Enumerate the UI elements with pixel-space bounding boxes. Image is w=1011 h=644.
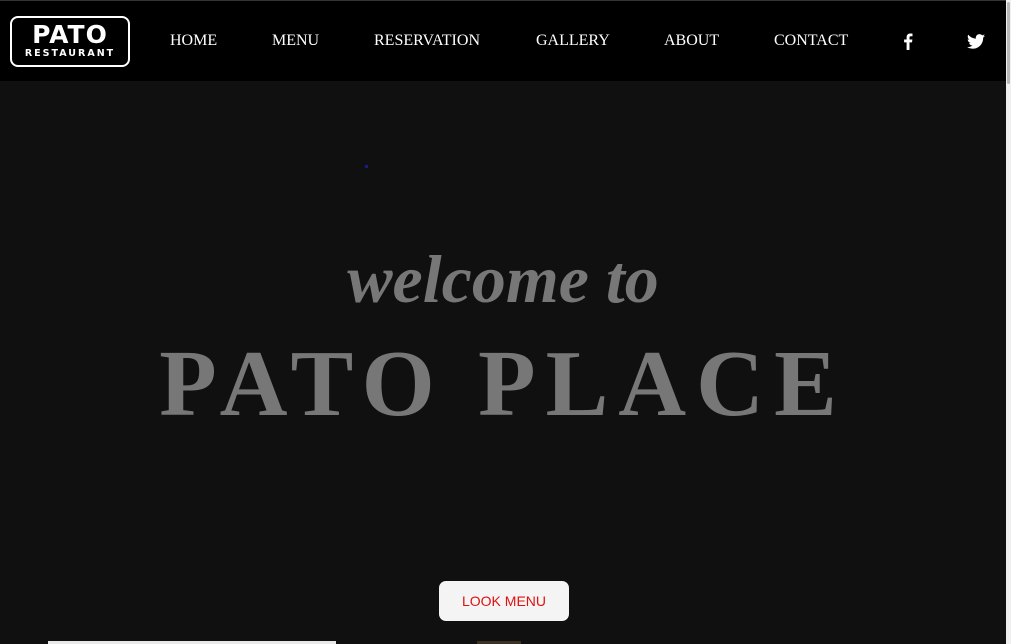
scrollbar[interactable] [1006,0,1011,644]
twitter-icon[interactable] [966,31,986,51]
page: PATO RESTAURANT HOME MENU RESERVATION GA… [0,0,1011,644]
stray-dot [365,165,368,168]
facebook-icon[interactable] [898,31,918,51]
nav-gallery[interactable]: GALLERY [536,32,610,50]
brand-logo[interactable]: PATO RESTAURANT [10,16,130,67]
hero-section: welcome to PATO PLACE LOOK MENU [0,81,1006,644]
navbar: PATO RESTAURANT HOME MENU RESERVATION GA… [0,0,1006,81]
nav-reservation[interactable]: RESERVATION [374,32,480,50]
hero-title: PATO PLACE [159,332,847,436]
scrollbar-thumb[interactable] [1007,2,1010,84]
nav-about[interactable]: ABOUT [664,32,719,50]
nav-contact[interactable]: CONTACT [774,32,848,50]
hero-welcome-text: welcome to [347,241,659,317]
nav-home[interactable]: HOME [170,32,217,50]
nav-menu[interactable]: MENU [272,32,319,50]
brand-name: PATO [32,20,108,49]
look-menu-button[interactable]: LOOK MENU [439,581,569,621]
brand-tagline: RESTAURANT [24,48,116,59]
